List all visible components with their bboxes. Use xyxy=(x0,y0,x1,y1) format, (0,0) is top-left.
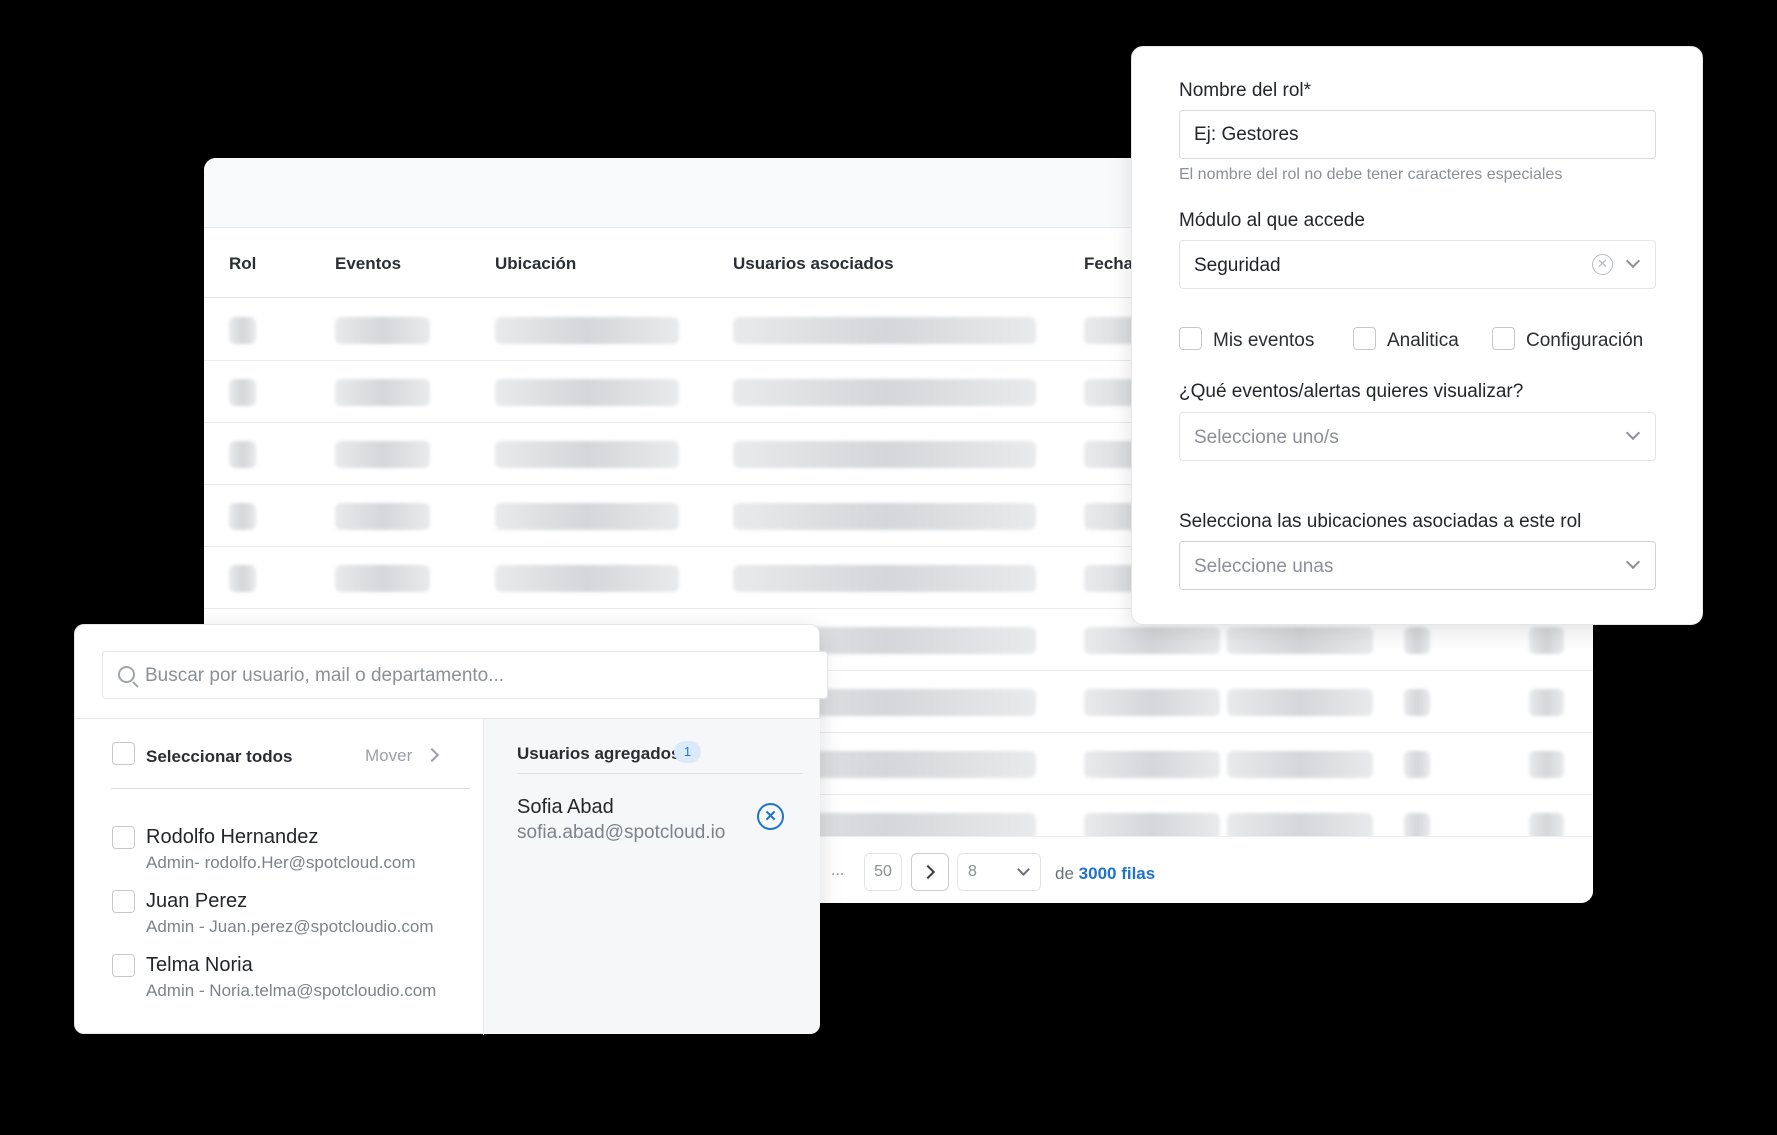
added-count-badge: 1 xyxy=(674,741,701,763)
skeleton-cell xyxy=(335,503,430,530)
search-box[interactable] xyxy=(102,651,828,699)
checkbox-label-configuracion: Configuración xyxy=(1526,330,1644,351)
checkbox-label-mis-eventos: Mis eventos xyxy=(1213,330,1315,351)
search-icon xyxy=(118,666,135,683)
divider xyxy=(111,788,470,789)
locations-select-placeholder: Seleccione unas xyxy=(1194,556,1334,577)
chevron-down-icon xyxy=(1017,863,1030,876)
skeleton-cell xyxy=(1529,627,1564,654)
chevron-right-icon xyxy=(920,864,936,880)
page-button-last[interactable]: 50 xyxy=(864,853,902,891)
skeleton-cell xyxy=(1529,689,1564,716)
page-size-value: 8 xyxy=(968,863,977,880)
pagination-total-value: 3000 filas xyxy=(1078,864,1156,883)
column-header-rol[interactable]: Rol xyxy=(229,254,256,274)
added-user-name: Sofia Abad xyxy=(517,796,614,818)
user-name: Rodolfo Hernandez xyxy=(146,826,319,848)
skeleton-cell xyxy=(1084,689,1220,716)
added-users-title: Usuarios agregados xyxy=(517,744,681,763)
user-name: Juan Perez xyxy=(146,890,248,912)
skeleton-cell xyxy=(733,379,1036,406)
search-input[interactable] xyxy=(145,665,785,687)
pagination-total: de 3000 filas xyxy=(1055,864,1155,884)
skeleton-cell xyxy=(495,565,679,592)
role-form-card: Nombre del rol* El nombre del rol no deb… xyxy=(1131,46,1703,625)
chevron-right-icon[interactable] xyxy=(424,747,440,763)
events-select-placeholder: Seleccione uno/s xyxy=(1194,427,1339,448)
skeleton-cell xyxy=(1084,627,1220,654)
skeleton-cell xyxy=(229,441,256,468)
skeleton-cell xyxy=(733,565,1036,592)
user-detail: Admin - Juan.perez@spotcloudio.com xyxy=(146,917,434,936)
user-checkbox[interactable] xyxy=(112,826,135,849)
skeleton-cell xyxy=(1227,627,1373,654)
role-name-label: Nombre del rol* xyxy=(1179,80,1311,101)
select-all-checkbox[interactable] xyxy=(112,742,135,765)
pagination-ellipsis: ... xyxy=(831,862,845,879)
clear-icon[interactable]: ✕ xyxy=(1592,254,1613,275)
role-name-help: El nombre del rol no debe tener caracter… xyxy=(1179,166,1563,183)
divider xyxy=(517,773,803,774)
user-name: Telma Noria xyxy=(146,954,253,976)
checkbox-label-analitica: Analitica xyxy=(1387,330,1459,351)
skeleton-cell xyxy=(495,317,679,344)
chevron-down-icon xyxy=(1625,554,1641,570)
user-picker-card: Usuarios agregados 1 Sofia Abad sofia.ab… xyxy=(74,624,828,1035)
locations-select[interactable]: Seleccione unas xyxy=(1179,541,1656,590)
pagination-total-prefix: de xyxy=(1055,864,1074,883)
user-checkbox[interactable] xyxy=(112,890,135,913)
next-page-button[interactable] xyxy=(911,853,949,891)
divider xyxy=(483,718,484,1035)
skeleton-cell xyxy=(335,565,430,592)
checkbox-analitica[interactable] xyxy=(1353,327,1376,350)
skeleton-cell xyxy=(1529,751,1564,778)
module-select[interactable]: Seguridad ✕ xyxy=(1179,240,1656,289)
added-users-pane: Usuarios agregados 1 Sofia Abad sofia.ab… xyxy=(484,719,820,1034)
events-select[interactable]: Seleccione uno/s xyxy=(1179,412,1656,461)
remove-user-icon[interactable]: ✕ xyxy=(757,803,784,830)
skeleton-cell xyxy=(1404,627,1430,654)
skeleton-cell xyxy=(495,379,679,406)
skeleton-cell xyxy=(229,565,256,592)
skeleton-cell xyxy=(1404,689,1430,716)
skeleton-cell xyxy=(229,503,256,530)
module-label: Módulo al que accede xyxy=(1179,210,1365,231)
page-number: 50 xyxy=(874,863,892,880)
skeleton-cell xyxy=(495,503,679,530)
move-button[interactable]: Mover xyxy=(365,746,412,766)
chevron-down-icon xyxy=(1625,253,1641,269)
user-checkbox[interactable] xyxy=(112,954,135,977)
skeleton-cell xyxy=(335,317,430,344)
select-all-label: Seleccionar todos xyxy=(146,747,293,766)
skeleton-cell xyxy=(229,317,256,344)
skeleton-cell xyxy=(733,317,1036,344)
locations-label: Selecciona las ubicaciones asociadas a e… xyxy=(1179,511,1582,532)
column-header-usuarios[interactable]: Usuarios asociados xyxy=(733,254,894,274)
skeleton-cell xyxy=(1404,751,1430,778)
checkbox-configuracion[interactable] xyxy=(1492,327,1515,350)
skeleton-cell xyxy=(733,503,1036,530)
checkbox-mis-eventos[interactable] xyxy=(1179,327,1202,350)
column-header-fecha[interactable]: Fecha xyxy=(1084,254,1133,274)
skeleton-cell xyxy=(1227,751,1373,778)
column-header-ubicacion[interactable]: Ubicación xyxy=(495,254,576,274)
role-name-input[interactable] xyxy=(1179,110,1656,159)
skeleton-cell xyxy=(733,441,1036,468)
skeleton-cell xyxy=(229,379,256,406)
events-label: ¿Qué eventos/alertas quieres visualizar? xyxy=(1179,381,1524,402)
page-size-select[interactable]: 8 xyxy=(957,853,1041,891)
module-select-value: Seguridad xyxy=(1194,255,1281,276)
chevron-down-icon xyxy=(1625,425,1641,441)
column-header-eventos[interactable]: Eventos xyxy=(335,254,401,274)
skeleton-cell xyxy=(335,379,430,406)
user-detail: Admin - Noria.telma@spotcloudio.com xyxy=(146,981,437,1000)
skeleton-cell xyxy=(495,441,679,468)
added-user-email: sofia.abad@spotcloud.io xyxy=(517,822,726,843)
skeleton-cell xyxy=(1227,689,1373,716)
user-detail: Admin- rodolfo.Her@spotcloud.com xyxy=(146,853,416,872)
skeleton-cell xyxy=(335,441,430,468)
skeleton-cell xyxy=(1084,751,1220,778)
